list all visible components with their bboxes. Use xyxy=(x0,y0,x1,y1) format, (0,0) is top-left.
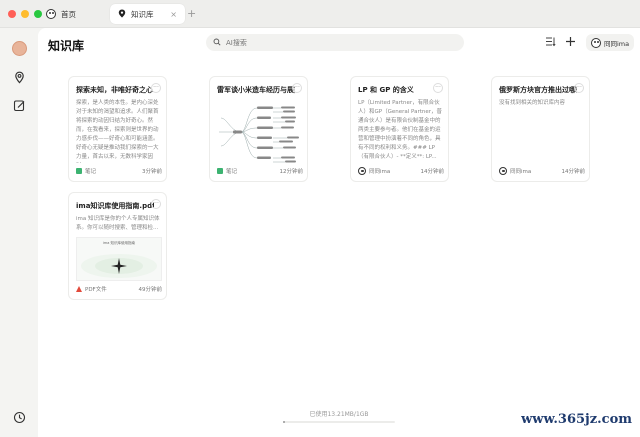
more-options-icon[interactable]: ··· xyxy=(151,199,161,209)
knowledge-base-owner-button[interactable]: 冏冏ima xyxy=(586,34,635,51)
close-window-button[interactable] xyxy=(8,10,16,18)
card-footer: 笔记 3分钟前 xyxy=(76,167,162,175)
search-bar[interactable] xyxy=(206,34,464,51)
card-summary: ima 知识库是你的个人专属知识体系。你可以随时搜索、管理和检... xyxy=(76,216,160,231)
edit-icon[interactable] xyxy=(13,99,26,112)
card-title: ima知识库使用指南.pdf xyxy=(76,202,154,210)
pdf-thumbnail: ima 知识库使用指南 xyxy=(76,237,162,281)
card-summary: 没有找到相关的知识库内容 xyxy=(499,100,566,106)
sparkle-icon xyxy=(81,254,157,278)
close-tab-icon[interactable]: × xyxy=(170,10,177,19)
location-pin-icon xyxy=(118,9,126,20)
card-title: LP 和 GP 的含义 xyxy=(358,86,414,94)
title-bar: 首页 知识库 × + xyxy=(0,0,640,28)
minimize-window-button[interactable] xyxy=(21,10,29,18)
card-source: 冏冏ima xyxy=(369,169,391,175)
card-time: 49分钟前 xyxy=(138,287,163,293)
note-icon xyxy=(76,168,82,174)
avatar[interactable] xyxy=(12,41,27,56)
window-controls xyxy=(8,10,42,18)
new-tab-button[interactable]: + xyxy=(187,7,196,20)
main-panel: 知识库 冏冏ima 探索未知，非唯好奇之心 ··· 探索，是人类的本性。是内心深… xyxy=(38,28,640,437)
watermark: www.365jz.com xyxy=(521,412,632,427)
location-pin-icon[interactable] xyxy=(13,71,26,84)
search-icon xyxy=(213,38,221,48)
add-icon[interactable] xyxy=(564,36,577,49)
card-time: 14分钟前 xyxy=(420,169,445,175)
history-clock-icon[interactable] xyxy=(13,411,26,424)
card-title: 俄罗斯方块官方推出过哪些... xyxy=(499,86,577,94)
tab-home[interactable]: 首页 xyxy=(38,4,108,24)
tab-knowledge-base-label: 知识库 xyxy=(131,9,154,19)
card-time: 12分钟前 xyxy=(279,169,304,175)
more-options-icon[interactable]: ··· xyxy=(292,83,302,93)
card-footer: PDF文件 49分钟前 xyxy=(76,285,162,293)
storage-usage-bar xyxy=(283,421,395,423)
card-footer: 笔记 12分钟前 xyxy=(217,167,303,175)
knowledge-card[interactable]: ima知识库使用指南.pdf ··· ima 知识库是你的个人专属知识体系。你可… xyxy=(68,192,167,300)
pdf-icon xyxy=(76,286,82,292)
card-summary: LP（Limited Partner，有限合伙人）和GP（General Par… xyxy=(358,100,442,160)
panda-icon xyxy=(499,167,507,175)
more-options-icon[interactable]: ··· xyxy=(433,83,443,93)
page-title: 知识库 xyxy=(48,39,85,53)
search-input[interactable] xyxy=(226,38,446,47)
card-summary: 探索，是人类的本性。是内心深处对于未知的渴望和追求。人们聚首将探索的动因归结为好… xyxy=(76,100,159,160)
tab-home-label: 首页 xyxy=(61,9,76,19)
mind-map-thumbnail xyxy=(219,106,299,163)
more-options-icon[interactable]: ··· xyxy=(151,83,161,93)
knowledge-card[interactable]: LP 和 GP 的含义 ··· LP（Limited Partner，有限合伙人… xyxy=(350,76,449,182)
card-type: 笔记 xyxy=(85,169,97,175)
panda-icon xyxy=(46,9,56,19)
card-footer: 冏冏ima 14分钟前 xyxy=(358,167,444,175)
card-time: 3分钟前 xyxy=(142,169,162,175)
sort-list-icon[interactable] xyxy=(544,36,557,49)
knowledge-card[interactable]: 探索未知，非唯好奇之心 ··· 探索，是人类的本性。是内心深处对于未知的渴望和追… xyxy=(68,76,167,182)
sidebar xyxy=(0,28,38,437)
owner-label: 冏冏ima xyxy=(604,39,630,48)
card-title: 雷军谈小米造车经历与展望 xyxy=(217,86,295,94)
tab-knowledge-base[interactable]: 知识库 × xyxy=(110,4,185,24)
knowledge-card[interactable]: 俄罗斯方块官方推出过哪些... ··· 没有找到相关的知识库内容 冏冏ima 1… xyxy=(491,76,590,182)
panda-icon xyxy=(591,37,601,48)
knowledge-card[interactable]: 雷军谈小米造车经历与展望 ··· 笔记 12分钟前 xyxy=(209,76,308,182)
card-title: 探索未知，非唯好奇之心 xyxy=(76,86,153,94)
panda-icon xyxy=(358,167,366,175)
card-time: 14分钟前 xyxy=(561,169,586,175)
note-icon xyxy=(217,168,223,174)
card-type: 笔记 xyxy=(226,169,238,175)
card-footer: 冏冏ima 14分钟前 xyxy=(499,167,585,175)
storage-usage-fill xyxy=(283,421,286,423)
card-source: 冏冏ima xyxy=(510,169,532,175)
more-options-icon[interactable]: ··· xyxy=(574,83,584,93)
card-type: PDF文件 xyxy=(85,287,107,293)
